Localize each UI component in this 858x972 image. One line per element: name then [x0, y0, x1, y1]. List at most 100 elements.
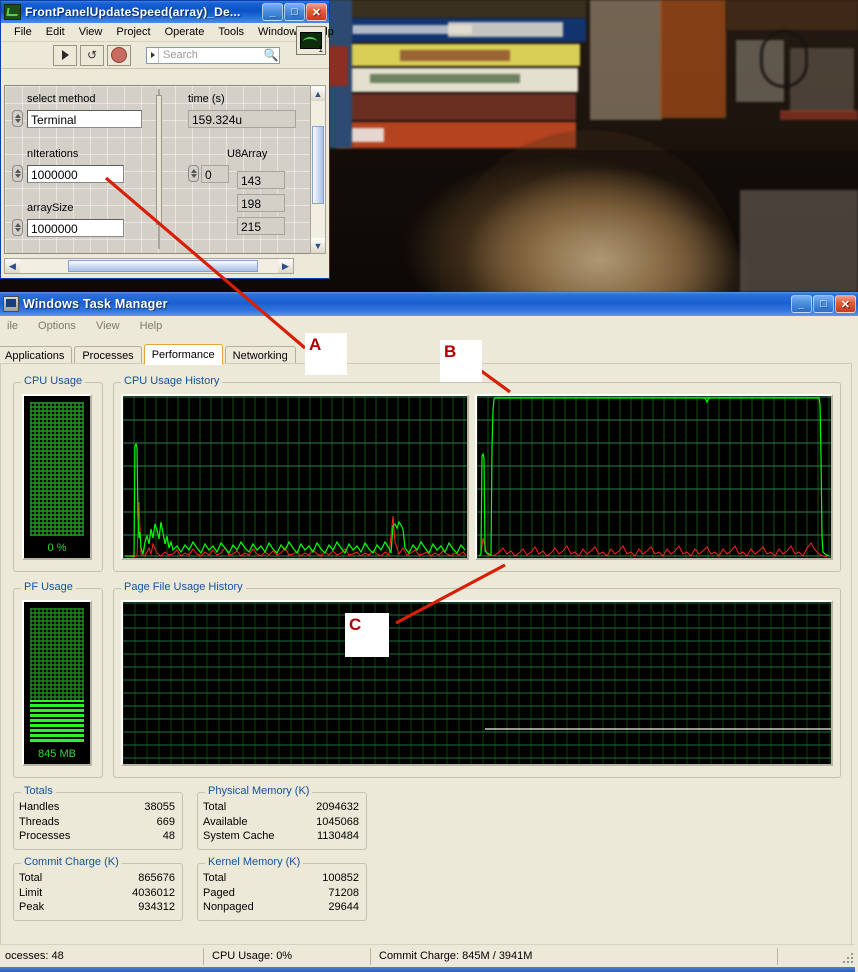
tab-performance[interactable]: Performance	[143, 344, 223, 365]
kernel-nonpaged-key: Nonpaged	[203, 901, 254, 913]
labview-close-button[interactable]: ✕	[306, 3, 327, 21]
pf-history-graph	[121, 600, 833, 766]
select-method-label: select method	[27, 93, 96, 105]
arraysize-label: arraySize	[27, 202, 74, 214]
taskmgr-minimize-button[interactable]: _	[791, 295, 812, 313]
physical-memory-rows: Total 2094632 Available 1045068 System C…	[197, 800, 367, 844]
menu-project[interactable]: Project	[109, 26, 157, 38]
totals-handles-value: 38055	[144, 801, 175, 813]
commit-row-peak: Peak 934312	[13, 900, 183, 915]
horizontal-scroll-thumb[interactable]	[68, 260, 258, 272]
arraysize-value[interactable]: 1000000	[27, 219, 124, 237]
kernel-row-paged: Paged 71208	[197, 886, 367, 901]
vi-context-help-icon[interactable]: 1	[296, 26, 326, 55]
pf-usage-title: PF Usage	[21, 581, 76, 593]
abort-execution-icon[interactable]	[107, 44, 131, 66]
menu-tools[interactable]: Tools	[211, 26, 251, 38]
cpu-history-title: CPU Usage History	[121, 375, 223, 387]
task-manager-titlebar[interactable]: Windows Task Manager _ □ ✕	[0, 292, 858, 316]
horizontal-scroll-track[interactable]	[20, 259, 278, 273]
totals-title: Totals	[21, 785, 56, 797]
physmem-total-value: 2094632	[316, 801, 359, 813]
pf-usage-value: 845 MB	[38, 748, 76, 760]
select-method-spinner[interactable]	[12, 110, 23, 127]
time-label: time (s)	[188, 93, 225, 105]
scroll-down-icon[interactable]: ▼	[311, 238, 325, 253]
search-dropdown-icon[interactable]	[147, 47, 159, 63]
labview-toolbar[interactable]: ↺ Search 🔍	[1, 42, 329, 69]
labview-horizontal-scrollbar[interactable]: ◀ ▶	[4, 258, 294, 274]
labview-vertical-scrollbar[interactable]: ▲ ▼	[310, 85, 326, 254]
u8array-label: U8Array	[227, 148, 268, 160]
u8array-index-spinner[interactable]	[188, 165, 199, 182]
niterations-label: nIterations	[27, 148, 79, 160]
taskmgr-menu-help[interactable]: Help	[130, 320, 173, 332]
taskmgr-close-button[interactable]: ✕	[835, 295, 856, 313]
labview-titlebar[interactable]: FrontPanelUpdateSpeed(array)_De... _ □ ✕	[1, 1, 329, 23]
search-icon[interactable]: 🔍	[263, 48, 279, 62]
labview-maximize-button[interactable]: □	[284, 3, 305, 21]
niterations-value[interactable]: 1000000	[27, 165, 124, 183]
physical-memory-group: Physical Memory (K) Total 2094632 Availa…	[197, 785, 367, 850]
menu-operate[interactable]: Operate	[158, 26, 212, 38]
menu-edit[interactable]: Edit	[39, 26, 72, 38]
commit-charge-title: Commit Charge (K)	[21, 856, 122, 868]
vertical-scroll-thumb[interactable]	[312, 126, 324, 204]
tab-networking[interactable]: Networking	[224, 346, 296, 364]
select-method-label-wrap: select method	[27, 93, 95, 105]
labview-minimize-button[interactable]: _	[262, 3, 283, 21]
niterations-spinner[interactable]	[12, 165, 23, 182]
totals-row-threads: Threads 669	[13, 815, 183, 830]
kernel-row-nonpaged: Nonpaged 29644	[197, 900, 367, 915]
niterations-label-wrap: nIterations	[27, 148, 78, 160]
status-cpu-usage: CPU Usage: 0%	[203, 947, 370, 965]
cpu-graph-right-svg	[477, 396, 831, 558]
tab-applications[interactable]: Applications	[0, 346, 73, 364]
totals-rows: Handles 38055 Threads 669 Processes 48	[13, 800, 183, 844]
scroll-right-icon[interactable]: ▶	[278, 259, 293, 273]
labview-resize-grip[interactable]	[312, 260, 326, 274]
run-arrow-icon[interactable]	[53, 44, 77, 66]
labview-menubar[interactable]: File Edit View Project Operate Tools Win…	[1, 23, 334, 42]
totals-processes-value: 48	[162, 830, 175, 842]
menu-file[interactable]: File	[7, 26, 39, 38]
cpu-meter-fill	[30, 402, 84, 536]
totals-threads-value: 669	[156, 815, 175, 828]
u8array-index-value[interactable]: 0	[201, 165, 229, 183]
annotation-marker-c-label: C	[349, 615, 362, 634]
search-input[interactable]: Search 🔍	[146, 46, 280, 64]
panel-splitter[interactable]	[156, 89, 162, 249]
taskmgr-maximize-button[interactable]: □	[813, 295, 834, 313]
arraysize-spinner[interactable]	[12, 219, 23, 236]
pf-history-title: Page File Usage History	[121, 581, 246, 593]
physmem-row-total: Total 2094632	[197, 800, 367, 815]
physmem-total-key: Total	[203, 801, 227, 813]
select-method-value[interactable]: Terminal	[27, 110, 142, 128]
pf-meter-fill-active	[30, 700, 84, 742]
task-manager-window[interactable]: Windows Task Manager _ □ ✕ ile Options V…	[0, 292, 858, 972]
annotation-marker-a: A	[305, 333, 347, 375]
menu-view[interactable]: View	[72, 26, 110, 38]
labview-window[interactable]: FrontPanelUpdateSpeed(array)_De... _ □ ✕…	[0, 0, 334, 279]
scroll-left-icon[interactable]: ◀	[5, 259, 20, 273]
time-value: 159.324u	[188, 110, 296, 128]
tab-processes[interactable]: Processes	[74, 346, 142, 364]
kernel-nonpaged-value: 29644	[328, 901, 359, 913]
task-manager-resize-grip[interactable]	[841, 951, 855, 965]
task-manager-tabs[interactable]: Applications Processes Performance Netwo…	[0, 344, 298, 365]
taskmgr-menu-options[interactable]: Options	[28, 320, 86, 332]
taskmgr-menu-file[interactable]: ile	[0, 320, 28, 332]
task-manager-menubar[interactable]: ile Options View Help	[0, 316, 858, 336]
commit-peak-value: 934312	[138, 901, 175, 913]
kernel-memory-rows: Total 100852 Paged 71208 Nonpaged 29644	[197, 871, 367, 915]
labview-title-text: FrontPanelUpdateSpeed(array)_De...	[25, 5, 241, 19]
kernel-memory-title: Kernel Memory (K)	[205, 856, 304, 868]
physmem-row-available: Available 1045068	[197, 815, 367, 830]
run-continuously-icon[interactable]: ↺	[80, 44, 104, 66]
commit-row-total: Total 865676	[13, 871, 183, 886]
totals-threads-key: Threads	[19, 815, 60, 828]
taskmgr-menu-view[interactable]: View	[86, 320, 130, 332]
commit-limit-value: 4036012	[132, 886, 175, 899]
annotation-marker-b: B	[440, 340, 482, 382]
scroll-up-icon[interactable]: ▲	[311, 86, 325, 101]
